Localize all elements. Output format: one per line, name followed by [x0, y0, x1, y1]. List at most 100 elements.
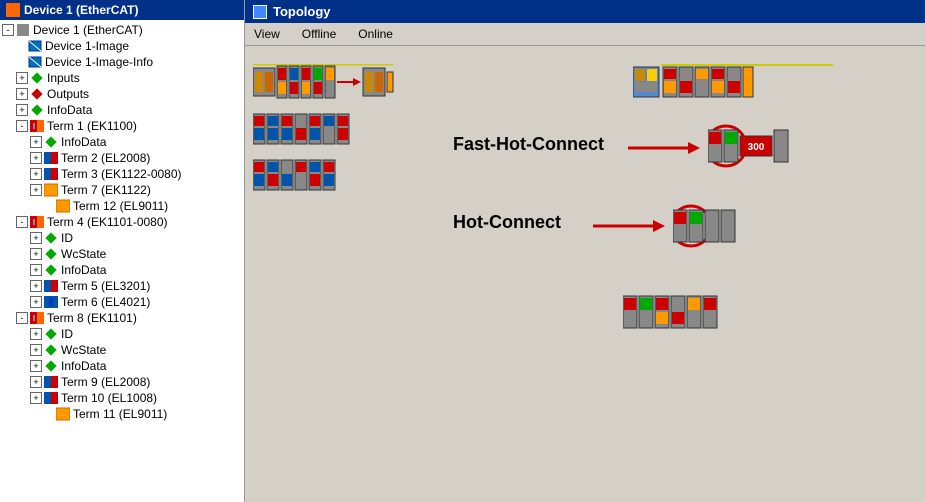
label-term9: Term 9 (EL2008) [61, 375, 150, 389]
tree-item-term12[interactable]: Term 12 (EL9011) [0, 198, 244, 214]
label-infodata0: InfoData [47, 103, 92, 117]
label-term5: Term 5 (EL3201) [61, 279, 150, 293]
fast-hot-connect-terminal: 300 [708, 122, 828, 170]
icon-inputs [30, 71, 44, 85]
topology-title: Topology [273, 4, 331, 19]
fast-hot-connect-arrow [628, 136, 708, 160]
icon-term10 [44, 391, 58, 405]
chain-1 [253, 64, 433, 100]
expand-btn-term6[interactable]: + [30, 296, 42, 308]
tree-item-wcstate1[interactable]: + WcState [0, 246, 244, 262]
icon-id2 [44, 327, 58, 341]
chain-3 [253, 158, 373, 192]
tree-item-term1[interactable]: - Term 1 (EK1100) [0, 118, 244, 134]
icon-term12 [56, 199, 70, 213]
expand-btn-infodata4[interactable]: + [30, 264, 42, 276]
tree-item-infodata0[interactable]: + InfoData [0, 102, 244, 118]
expand-btn-term4[interactable]: - [16, 216, 28, 228]
tree-item-wcstate2[interactable]: +WcState [0, 342, 244, 358]
tree-item-dev-image[interactable]: Device 1-Image [0, 38, 244, 54]
icon-wcstate2 [44, 343, 58, 357]
topology-content: Fast-Hot-Connect 300 [245, 46, 925, 502]
icon-term5 [44, 279, 58, 293]
tree-item-infodata1[interactable]: +InfoData [0, 134, 244, 150]
hot-connect-label: Hot-Connect [453, 212, 561, 233]
expand-btn-id1[interactable]: + [30, 232, 42, 244]
menu-online[interactable]: Online [355, 26, 396, 42]
icon-dev-image [28, 39, 42, 53]
label-term7: Term 7 (EK1122) [61, 183, 151, 197]
tree-item-id1[interactable]: +ID [0, 230, 244, 246]
tree-item-term4[interactable]: - Term 4 (EK1101-0080) [0, 214, 244, 230]
menu-offline[interactable]: Offline [299, 26, 339, 42]
expand-btn-term8[interactable]: - [16, 312, 28, 324]
tree-item-outputs[interactable]: + Outputs [0, 86, 244, 102]
icon-infodata0 [30, 103, 44, 117]
tree-item-term6[interactable]: +Term 6 (EL4021) [0, 294, 244, 310]
top-chain [633, 64, 833, 100]
label-term8: Term 8 (EK1101) [47, 311, 137, 325]
topology-menubar: View Offline Online [245, 23, 925, 46]
expand-btn-outputs[interactable]: + [16, 88, 28, 100]
menu-view[interactable]: View [251, 26, 283, 42]
tree-item-infodata8[interactable]: + InfoData [0, 358, 244, 374]
expand-btn-term7[interactable]: + [30, 184, 42, 196]
tree-item-device1[interactable]: - Device 1 (EtherCAT) [0, 22, 244, 38]
expand-btn-wcstate1[interactable]: + [30, 248, 42, 260]
tree-header: Device 1 (EtherCAT) [0, 0, 244, 20]
hot-connect-arrow [593, 214, 673, 238]
label-id2: ID [61, 327, 73, 341]
tree-item-inputs[interactable]: + Inputs [0, 70, 244, 86]
icon-term1 [30, 119, 44, 133]
expand-btn-term3[interactable]: + [30, 168, 42, 180]
label-infodata8: InfoData [61, 359, 106, 373]
label-term11: Term 11 (EL9011) [73, 407, 167, 421]
expand-btn-inputs[interactable]: + [16, 72, 28, 84]
tree-item-term2[interactable]: +Term 2 (EL2008) [0, 150, 244, 166]
tree-item-term5[interactable]: + Term 5 (EL3201) [0, 278, 244, 294]
tree-item-term10[interactable]: + Term 10 (EL1008) [0, 390, 244, 406]
expand-btn-infodata8[interactable]: + [30, 360, 42, 372]
right-panel: Topology View Offline Online [245, 0, 925, 502]
label-term1: Term 1 (EK1100) [47, 119, 137, 133]
label-term4: Term 4 (EK1101-0080) [47, 215, 168, 229]
tree-item-id2[interactable]: + ID [0, 326, 244, 342]
expand-btn-device1[interactable]: - [2, 24, 14, 36]
icon-infodata4 [44, 263, 58, 277]
icon-term6 [44, 295, 58, 309]
label-device1: Device 1 (EtherCAT) [33, 23, 143, 37]
expand-btn-term10[interactable]: + [30, 392, 42, 404]
expand-btn-term9[interactable]: + [30, 376, 42, 388]
tree-item-term11[interactable]: Term 11 (EL9011) [0, 406, 244, 422]
icon-term7 [44, 183, 58, 197]
expand-btn-wcstate2[interactable]: + [30, 344, 42, 356]
bottom-chain [623, 294, 783, 330]
expand-btn-term5[interactable]: + [30, 280, 42, 292]
tree-header-label: Device 1 (EtherCAT) [24, 3, 138, 17]
tree-item-dev-image-info[interactable]: Device 1-Image-Info [0, 54, 244, 70]
label-wcstate1: WcState [61, 247, 106, 261]
icon-id1 [44, 231, 58, 245]
expand-btn-term1[interactable]: - [16, 120, 28, 132]
tree-item-term3[interactable]: +Term 3 (EK1122-0080) [0, 166, 244, 182]
icon-dev-image-info [28, 55, 42, 69]
icon-outputs [30, 87, 44, 101]
hot-connect-terminal [673, 202, 793, 250]
expand-btn-id2[interactable]: + [30, 328, 42, 340]
expand-btn-infodata0[interactable]: + [16, 104, 28, 116]
label-outputs: Outputs [47, 87, 89, 101]
tree-item-term9[interactable]: + Term 9 (EL2008) [0, 374, 244, 390]
label-infodata4: InfoData [61, 263, 106, 277]
icon-infodata8 [44, 359, 58, 373]
icon-infodata1 [44, 135, 58, 149]
expand-btn-term2[interactable]: + [30, 152, 42, 164]
tree-item-infodata4[interactable]: + InfoData [0, 262, 244, 278]
icon-term2 [44, 151, 58, 165]
annotation-area: Fast-Hot-Connect 300 [453, 54, 917, 494]
label-inputs: Inputs [47, 71, 80, 85]
tree-item-term7[interactable]: + Term 7 (EK1122) [0, 182, 244, 198]
tree-item-term8[interactable]: - Term 8 (EK1101) [0, 310, 244, 326]
icon-term11 [56, 407, 70, 421]
expand-btn-infodata1[interactable]: + [30, 136, 42, 148]
label-term10: Term 10 (EL1008) [61, 391, 157, 405]
